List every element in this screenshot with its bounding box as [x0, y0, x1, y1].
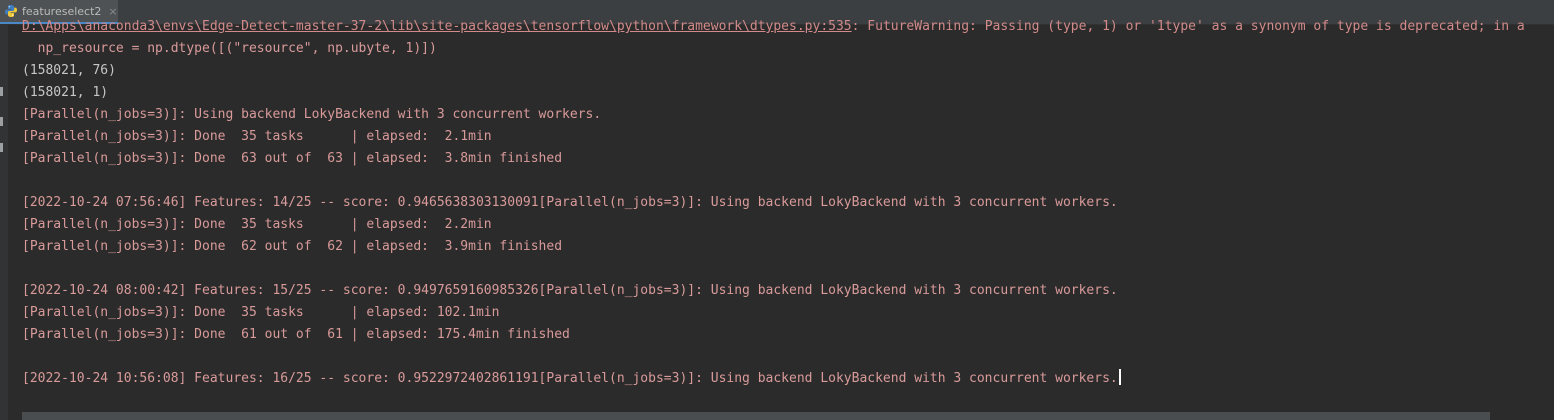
console-line-text: [2022-10-24 07:56:46] Features: 14/25 --… [22, 195, 1118, 210]
console-line-text: [Parallel(n_jobs=3)]: Done 61 out of 61 … [22, 327, 570, 342]
console-line: (158021, 76) [22, 60, 1554, 82]
console-line-text: [2022-10-24 10:56:08] Features: 16/25 --… [22, 371, 1118, 386]
horizontal-scrollbar[interactable] [22, 412, 1490, 420]
console-line-text: [Parallel(n_jobs=3)]: Done 62 out of 62 … [22, 239, 563, 254]
console-line-text: [Parallel(n_jobs=3)]: Using backend Loky… [22, 107, 602, 122]
console-line-text: [Parallel(n_jobs=3)]: Done 35 tasks | el… [22, 129, 492, 144]
python-icon [4, 4, 18, 18]
file-path-link[interactable]: D:\Apps\anaconda3\envs\Edge-Detect-maste… [22, 19, 852, 34]
console-line: [Parallel(n_jobs=3)]: Done 63 out of 63 … [22, 148, 1554, 170]
console-line-text: [2022-10-24 08:00:42] Features: 15/25 --… [22, 283, 1118, 298]
left-gutter [0, 25, 8, 420]
console-line: D:\Apps\anaconda3\envs\Edge-Detect-maste… [22, 16, 1554, 38]
gutter-marker [0, 143, 3, 152]
console-line: [2022-10-24 08:00:42] Features: 15/25 --… [22, 280, 1554, 302]
console-line-text: [Parallel(n_jobs=3)]: Done 35 tasks | el… [22, 305, 500, 320]
console-line-text: (158021, 76) [22, 63, 116, 78]
console-line-text: np_resource = np.dtype([("resource", np.… [22, 41, 437, 56]
console-line-text: : FutureWarning: Passing (type, 1) or '1… [851, 19, 1525, 34]
console-line: [Parallel(n_jobs=3)]: Done 61 out of 61 … [22, 324, 1554, 346]
console-line-text: (158021, 1) [22, 85, 109, 100]
console-line: [Parallel(n_jobs=3)]: Using backend Loky… [22, 104, 1554, 126]
console-line-text: [Parallel(n_jobs=3)]: Done 35 tasks | el… [22, 217, 492, 232]
console-line: (158021, 1) [22, 82, 1554, 104]
gutter-marker [0, 117, 3, 126]
console-line: [Parallel(n_jobs=3)]: Done 35 tasks | el… [22, 126, 1554, 148]
console-line: [Parallel(n_jobs=3)]: Done 35 tasks | el… [22, 214, 1554, 236]
console-line: [Parallel(n_jobs=3)]: Done 62 out of 62 … [22, 236, 1554, 258]
gutter-marker [0, 87, 3, 96]
text-caret [1118, 369, 1121, 385]
console-line-text: [Parallel(n_jobs=3)]: Done 63 out of 63 … [22, 151, 563, 166]
console-line: [Parallel(n_jobs=3)]: Done 35 tasks | el… [22, 302, 1554, 324]
console-line: [2022-10-24 07:56:46] Features: 14/25 --… [22, 192, 1554, 214]
console-line: np_resource = np.dtype([("resource", np.… [22, 38, 1554, 60]
run-console-output[interactable]: D:\Apps\anaconda3\envs\Edge-Detect-maste… [22, 16, 1554, 390]
console-line: [2022-10-24 10:56:08] Features: 16/25 --… [22, 368, 1554, 390]
